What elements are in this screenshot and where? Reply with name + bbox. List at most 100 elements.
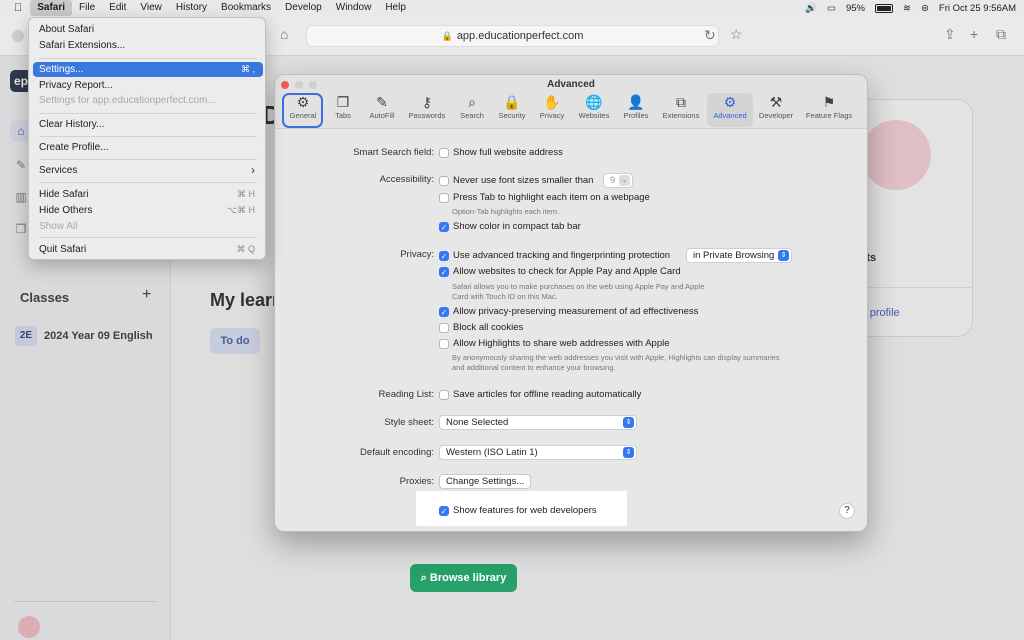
menu-safari[interactable]: Safari [30,0,73,16]
menu-quit-safari[interactable]: Quit Safari ⌘ Q [33,242,263,257]
new-tab-icon[interactable]: + [970,26,978,42]
control-center-icon[interactable]: ⊜ [921,3,929,14]
option-tab-note: Option-Tab highlights each item. [452,207,560,216]
browse-library-button[interactable]: ⌕ Browse library [410,564,517,592]
tab-advanced[interactable]: ⚙ Advanced [707,93,753,127]
flags-icon: ⚑ [822,94,836,110]
menu-history[interactable]: History [169,0,214,16]
safari-menu: About Safari Safari Extensions... Settin… [28,17,266,260]
tabs-icon: ❐ [336,94,350,110]
status-area: 🔊 ▭ 95% ≋ ⊜ Fri Oct 25 9:56AM [805,0,1016,16]
key-icon: ⚷ [421,94,433,110]
tab-passwords[interactable]: ⚷ Passwords [406,93,448,127]
tab-label: Developer [758,111,794,120]
menu-bar:  Safari File Edit View History Bookmark… [0,0,1024,16]
menu-window[interactable]: Window [329,0,379,16]
menu-privacy-report[interactable]: Privacy Report... [33,78,263,93]
menu-create-profile[interactable]: Create Profile... [33,140,263,155]
tab-search[interactable]: ⌕ Search [457,93,487,127]
show-color-checkbox[interactable]: ✓ [439,222,449,232]
menu-settings-label: Settings... [39,64,84,75]
tools-icon: ⚒ [769,94,783,110]
home-icon[interactable]: ⌂ [280,26,288,42]
menu-hide-others[interactable]: Hide Others ⌥⌘ H [33,203,263,218]
menu-edit[interactable]: Edit [102,0,133,16]
save-articles-checkbox[interactable] [439,390,449,400]
highlights-checkbox[interactable] [439,339,449,349]
web-developer-label: Show features for web developers [453,505,597,516]
menu-hide-safari[interactable]: Hide Safari ⌘ H [33,187,263,202]
menu-quit-shortcut: ⌘ Q [236,244,255,254]
menu-file[interactable]: File [72,0,102,16]
address-bar[interactable]: 🔒 app.educationperfect.com [306,25,719,47]
tab-label: Extensions [662,111,700,120]
never-font-checkbox[interactable] [439,176,449,186]
advanced-tracking-checkbox[interactable]: ✓ [439,251,449,261]
tab-developer[interactable]: ⚒ Developer [755,93,797,127]
encoding-value: Western (ISO Latin 1) [446,447,538,458]
tab-extensions[interactable]: ⧉ Extensions [659,93,703,127]
tab-label: Advanced [713,111,747,120]
tab-overview-icon[interactable]: ⧉ [996,26,1006,43]
volume-icon[interactable]: 🔊 [805,3,817,14]
tab-label: Profiles [623,111,649,120]
tab-profiles[interactable]: 👤 Profiles [619,93,653,127]
web-developer-checkbox[interactable]: ✓ [439,506,449,516]
block-cookies-checkbox[interactable] [439,323,449,333]
search-icon: ⌕ [468,94,476,110]
tab-autofill[interactable]: ✎ AutoFill [365,93,399,127]
apple-menu-icon[interactable]:  [0,0,30,16]
encoding-select[interactable]: Western (ISO Latin 1) ⇕ [439,445,637,460]
settings-window: Advanced ⚙ General ❐ Tabs ✎ AutoFill ⚷ Passw… [274,74,868,532]
menu-bookmarks[interactable]: Bookmarks [214,0,278,16]
menu-clear-history[interactable]: Clear History... [33,117,263,132]
battery-icon[interactable] [874,3,893,13]
tab-feature-flags[interactable]: ⚑ Feature Flags [803,93,855,127]
tab-tabs[interactable]: ❐ Tabs [329,93,357,127]
wifi-icon[interactable]: ≋ [903,3,911,14]
menu-safari-extensions[interactable]: Safari Extensions... [33,38,263,53]
tracking-mode-select[interactable]: in Private Browsing ⇕ [686,248,792,263]
style-sheet-value: None Selected [446,417,509,428]
menu-settings[interactable]: Settings... ⌘ , [33,62,263,77]
clock[interactable]: Fri Oct 25 9:56AM [939,3,1016,14]
tab-websites[interactable]: 🌐 Websites [575,93,613,127]
help-button[interactable]: ? [839,503,855,519]
show-full-address-checkbox[interactable] [439,148,449,158]
style-sheet-select[interactable]: None Selected ⇕ [439,415,637,430]
menu-about-safari[interactable]: About Safari [33,22,263,37]
tab-security[interactable]: 🔒 Security [494,93,530,127]
change-settings-button[interactable]: Change Settings... [439,474,532,489]
highlights-note: By anonymously sharing the web addresses… [452,353,780,372]
menu-help[interactable]: Help [378,0,413,16]
tab-privacy[interactable]: ✋ Privacy [536,93,568,127]
min-font-size-select[interactable]: 9 ⌄ [603,173,633,188]
menu-develop[interactable]: Develop [278,0,329,16]
menu-settings-for-site: Settings for app.educationperfect.com... [39,95,216,106]
reload-icon[interactable]: ↻ [704,27,716,44]
window-close-button[interactable] [12,30,24,42]
general-tab-focus-ring [282,93,323,128]
chevron-right-icon: › [251,163,255,177]
chevron-updown-icon: ⇕ [623,447,634,458]
search-icon: ⌕ [420,572,430,584]
url-text: app.educationperfect.com [456,30,584,42]
privacy-ads-checkbox[interactable]: ✓ [439,307,449,317]
highlights-label: Allow Highlights to share web addresses … [453,338,670,349]
apple-pay-note: Safari allows you to make purchases on t… [452,282,705,301]
tab-label: Search [460,111,484,120]
menu-quit-label: Quit Safari [39,244,87,255]
tracking-mode-value: in Private Browsing [693,250,775,261]
accessibility-label: Accessibility: [379,174,434,185]
apple-pay-checkbox[interactable]: ✓ [439,267,449,277]
bookmark-star-icon[interactable]: ☆ [730,26,743,43]
display-icon[interactable]: ▭ [827,3,836,14]
menu-hide-safari-shortcut: ⌘ H [237,189,255,199]
tab-label: AutoFill [369,111,395,120]
share-icon[interactable]: ⇪ [944,26,956,43]
menu-view[interactable]: View [133,0,169,16]
tab-label: Privacy [539,111,565,120]
menu-services[interactable]: Services › [33,163,263,178]
battery-percent: 95% [845,2,865,14]
press-tab-checkbox[interactable] [439,193,449,203]
